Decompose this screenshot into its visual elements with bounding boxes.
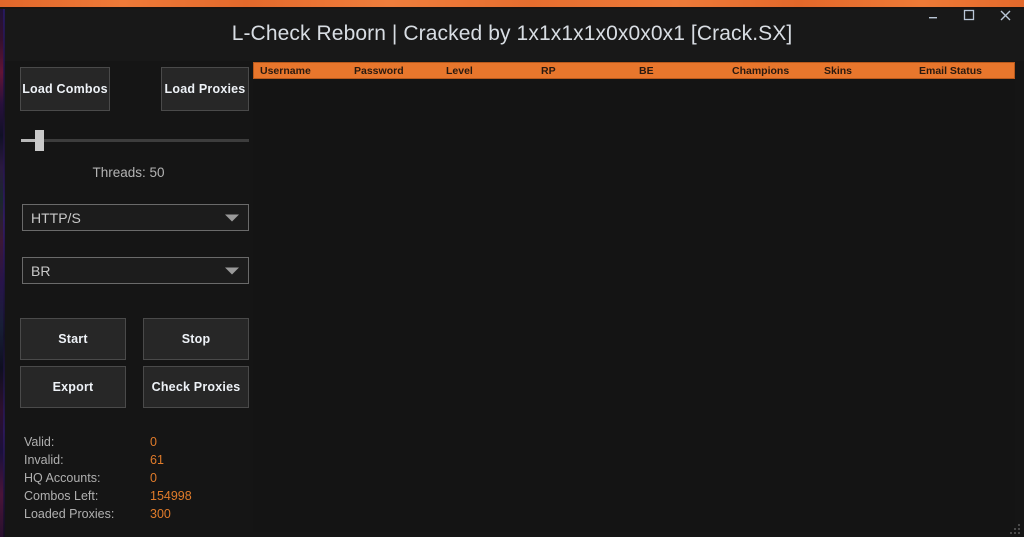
stat-label: Combos Left: <box>24 489 99 503</box>
threads-slider-track <box>21 139 249 142</box>
load-proxies-button[interactable]: Load Proxies <box>161 67 249 111</box>
threads-slider[interactable] <box>21 129 249 151</box>
table-column-header[interactable]: RP <box>541 64 556 78</box>
table-column-header[interactable]: Username <box>260 64 311 78</box>
table-column-header[interactable]: Skins <box>824 64 852 78</box>
desktop-accent-shadow <box>0 7 1024 9</box>
stat-label: Invalid: <box>24 453 64 467</box>
table-column-header[interactable]: Level <box>446 64 473 78</box>
table-column-header[interactable]: Password <box>354 64 404 78</box>
stop-button[interactable]: Stop <box>143 318 249 360</box>
page-title: L-Check Reborn | Cracked by 1x1x1x1x0x0x… <box>231 22 793 45</box>
proxy-type-dropdown[interactable]: HTTP/S <box>22 204 249 231</box>
stat-row: Combos Left: 154998 <box>4 487 253 505</box>
table-column-header[interactable]: BE <box>639 64 654 78</box>
threads-slider-thumb[interactable] <box>35 130 44 151</box>
threads-label: Threads: 50 <box>92 165 165 180</box>
export-button[interactable]: Export <box>20 366 126 408</box>
chevron-down-icon <box>225 267 239 274</box>
stat-value: 0 <box>150 471 157 485</box>
proxy-type-value: HTTP/S <box>31 209 81 226</box>
desktop-accent-strip <box>0 0 1024 7</box>
screen-edge-artifact-inner <box>3 9 5 537</box>
check-proxies-button[interactable]: Check Proxies <box>143 366 249 408</box>
stat-row: Invalid: 61 <box>4 451 253 469</box>
stat-label: Loaded Proxies: <box>24 507 115 521</box>
table-body[interactable] <box>253 79 1015 532</box>
table-column-header[interactable]: Champions <box>732 64 789 78</box>
stat-label: HQ Accounts: <box>24 471 101 485</box>
stat-value: 0 <box>150 435 157 449</box>
chevron-down-icon <box>225 214 239 221</box>
stat-row: Valid: 0 <box>4 433 253 451</box>
region-value: BR <box>31 262 51 279</box>
control-panel: Load Combos Load Proxies Threads: 50 HTT… <box>4 61 253 537</box>
stat-row: Loaded Proxies: 300 <box>4 505 253 523</box>
results-table: Username Password Level RP BE Champions Skins E… <box>253 62 1015 532</box>
stat-value: 154998 <box>150 489 192 503</box>
region-dropdown[interactable]: BR <box>22 257 249 284</box>
stat-row: HQ Accounts: 0 <box>4 469 253 487</box>
table-column-header[interactable]: Email Status <box>919 64 982 78</box>
stat-value: 61 <box>150 453 164 467</box>
stat-label: Valid: <box>24 435 55 449</box>
load-combos-button[interactable]: Load Combos <box>20 67 110 111</box>
resize-grip-icon[interactable] <box>1007 521 1020 534</box>
start-button[interactable]: Start <box>20 318 126 360</box>
statistics-list: Valid: 0 Invalid: 61 HQ Accounts: 0 Combos Lef… <box>4 433 253 523</box>
stat-value: 300 <box>150 507 171 521</box>
table-header-row: Username Password Level RP BE Champions Skins E… <box>253 62 1015 79</box>
application-window: L-Check Reborn | Cracked by 1x1x1x1x0x0x… <box>0 0 1024 537</box>
